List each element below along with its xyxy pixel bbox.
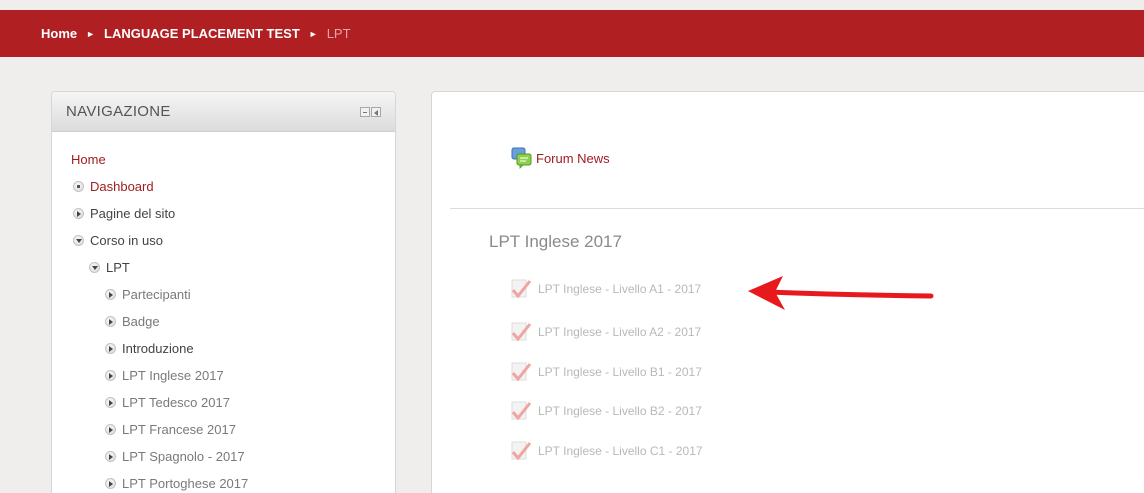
quiz-activity[interactable]: LPT Inglese - Livello C1 - 2017: [510, 439, 703, 463]
expand-right-icon[interactable]: [105, 424, 116, 435]
breadcrumb-separator: ►: [86, 28, 96, 39]
expand-right-icon[interactable]: [105, 478, 116, 489]
nav-item-label[interactable]: Partecipanti: [122, 287, 191, 302]
breadcrumb-separator: ►: [308, 28, 318, 39]
expand-down-icon[interactable]: [89, 262, 100, 273]
expand-right-icon[interactable]: [105, 451, 116, 462]
quiz-activity-label[interactable]: LPT Inglese - Livello C1 - 2017: [538, 444, 703, 458]
nav-item-lpt-english[interactable]: LPT Inglese 2017: [52, 362, 395, 389]
nav-item-lpt-french[interactable]: LPT Francese 2017: [52, 416, 395, 443]
nav-item-label[interactable]: LPT Francese 2017: [122, 422, 236, 437]
nav-item-current-course[interactable]: Corso in uso: [52, 227, 395, 254]
expand-right-icon[interactable]: [105, 370, 116, 381]
quiz-icon: [511, 322, 532, 342]
breadcrumb-current: LPT: [326, 26, 351, 41]
nav-item-label[interactable]: Pagine del sito: [90, 206, 175, 221]
nav-item-label[interactable]: Dashboard: [90, 179, 154, 194]
nav-item-label[interactable]: LPT Tedesco 2017: [122, 395, 230, 410]
bullet-icon: [73, 181, 84, 192]
nav-item-participants[interactable]: Partecipanti: [52, 281, 395, 308]
breadcrumb-section[interactable]: LANGUAGE PLACEMENT TEST: [104, 26, 300, 41]
navigation-header: NAVIGAZIONE: [52, 92, 395, 132]
expand-right-icon[interactable]: [105, 289, 116, 300]
quiz-icon: [511, 401, 532, 421]
navigation-tree: Home Dashboard Pagine del sito Corso in …: [52, 132, 395, 493]
nav-item-home[interactable]: Home: [52, 146, 395, 173]
expand-right-icon[interactable]: [105, 397, 116, 408]
forum-news-label[interactable]: Forum News: [536, 151, 610, 166]
expand-right-icon[interactable]: [105, 316, 116, 327]
nav-item-label[interactable]: Badge: [122, 314, 160, 329]
annotation-arrow-icon: [748, 276, 934, 310]
expand-down-icon[interactable]: [73, 235, 84, 246]
nav-item-lpt[interactable]: LPT: [52, 254, 395, 281]
nav-item-site-pages[interactable]: Pagine del sito: [52, 200, 395, 227]
forum-news-link[interactable]: Forum News: [511, 147, 610, 169]
block-controls: [360, 106, 381, 117]
breadcrumb-home[interactable]: Home: [41, 26, 77, 41]
breadcrumb-bar: Home ► LANGUAGE PLACEMENT TEST ► LPT: [0, 10, 1144, 57]
nav-item-label[interactable]: Home: [71, 152, 106, 167]
nav-item-label[interactable]: LPT Spagnolo - 2017: [122, 449, 245, 464]
navigation-block: NAVIGAZIONE Home Dashboard Pagine del si…: [51, 91, 396, 493]
nav-item-badge[interactable]: Badge: [52, 308, 395, 335]
quiz-icon: [511, 362, 532, 382]
expand-right-icon[interactable]: [105, 343, 116, 354]
quiz-activity[interactable]: LPT Inglese - Livello A2 - 2017: [510, 320, 701, 344]
section-title: LPT Inglese 2017: [489, 232, 622, 251]
nav-item-lpt-portuguese[interactable]: LPT Portoghese 2017: [52, 470, 395, 493]
nav-item-introduction[interactable]: Introduzione: [52, 335, 395, 362]
quiz-activity[interactable]: LPT Inglese - Livello A1 - 2017: [510, 277, 701, 301]
collapse-icon[interactable]: [360, 106, 370, 117]
quiz-activity[interactable]: LPT Inglese - Livello B2 - 2017: [510, 399, 702, 423]
nav-item-label[interactable]: LPT Portoghese 2017: [122, 476, 248, 491]
quiz-icon: [511, 441, 532, 461]
nav-item-lpt-german[interactable]: LPT Tedesco 2017: [52, 389, 395, 416]
expand-right-icon[interactable]: [73, 208, 84, 219]
nav-item-label[interactable]: LPT Inglese 2017: [122, 368, 224, 383]
nav-item-lpt-spanish[interactable]: LPT Spagnolo - 2017: [52, 443, 395, 470]
section-divider: [450, 208, 1144, 209]
quiz-activity-label[interactable]: LPT Inglese - Livello A2 - 2017: [538, 325, 701, 339]
quiz-activity-label[interactable]: LPT Inglese - Livello A1 - 2017: [538, 282, 701, 296]
navigation-title: NAVIGAZIONE: [66, 103, 171, 120]
nav-item-label[interactable]: LPT: [106, 260, 130, 275]
nav-item-label[interactable]: Introduzione: [122, 341, 194, 356]
quiz-activity[interactable]: LPT Inglese - Livello B1 - 2017: [510, 360, 702, 384]
dock-icon[interactable]: [371, 106, 381, 117]
nav-item-dashboard[interactable]: Dashboard: [52, 173, 395, 200]
nav-item-label[interactable]: Corso in uso: [90, 233, 163, 248]
forum-icon: [511, 147, 532, 169]
quiz-icon: [511, 279, 532, 299]
quiz-activity-label[interactable]: LPT Inglese - Livello B2 - 2017: [538, 404, 702, 418]
quiz-activity-label[interactable]: LPT Inglese - Livello B1 - 2017: [538, 365, 702, 379]
